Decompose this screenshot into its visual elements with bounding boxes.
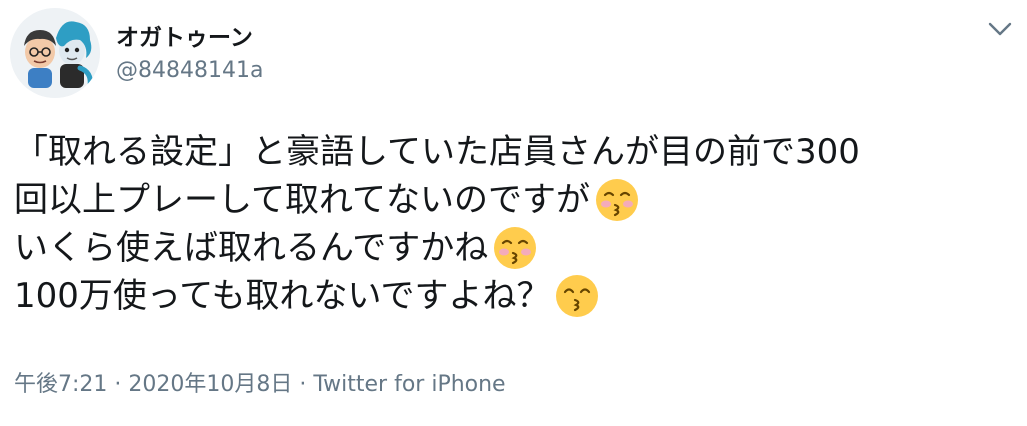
tweet-line: 「取れる設定」と豪語していた店員さんが目の前で300 (14, 128, 1019, 176)
kissing-face-with-smiling-eyes-icon (556, 275, 599, 317)
tweet-line-text: 100万使っても取れないですよね？ (14, 276, 551, 316)
tweet-metadata: 午後7:21 · 2020年10月8日 · Twitter for iPhone (14, 366, 506, 398)
kissing-face-with-closed-eyes-icon (494, 227, 537, 269)
tweet-line: 回以上プレーして取れてないのですが (14, 176, 1019, 224)
avatar[interactable] (10, 8, 100, 98)
kissing-face-with-closed-eyes-icon (595, 179, 638, 221)
tweet-line: 100万使っても取れないですよね？ (14, 272, 1019, 320)
tweet-card: オガトゥーン @84848141a 「取れる設定」と豪語していた店員さんが目の前… (0, 0, 1027, 426)
tweet-date[interactable]: 2020年10月8日 (128, 372, 292, 397)
tweet-text: 「取れる設定」と豪語していた店員さんが目の前で300 回以上プレーして取れてない… (14, 128, 1019, 320)
tweet-source-link[interactable]: Twitter for iPhone (313, 372, 505, 397)
meta-separator: · (292, 372, 314, 397)
tweet-line: いくら使えば取れるんですかね (14, 224, 1019, 272)
meta-separator: · (107, 372, 129, 397)
display-name[interactable]: オガトゥーン (116, 18, 253, 52)
tweet-time[interactable]: 午後7:21 (14, 372, 107, 397)
tweet-line-text: いくら使えば取れるんですかね (14, 228, 489, 268)
tweet-line-text: 「取れる設定」と豪語していた店員さんが目の前で300 (14, 132, 860, 172)
avatar-illustration (10, 8, 100, 98)
chevron-down-icon[interactable] (985, 18, 1015, 40)
user-handle[interactable]: @84848141a (116, 58, 263, 83)
tweet-line-text: 回以上プレーして取れてないのですが (14, 180, 590, 220)
